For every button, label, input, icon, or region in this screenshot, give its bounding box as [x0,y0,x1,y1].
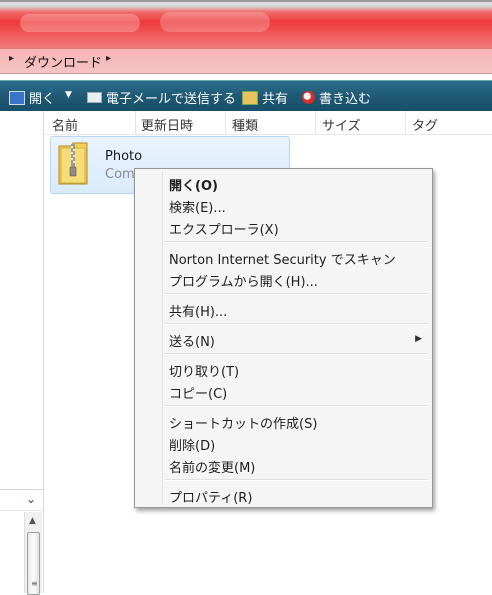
breadcrumb-downloads[interactable]: ダウンロード [24,52,102,71]
menu-separator [165,405,428,407]
column-header-modified[interactable]: 更新日時 [141,115,193,134]
burn-button-label: 書き込む [319,92,372,107]
title-bar-blur [160,12,270,32]
column-header-tags[interactable]: タグ [412,115,438,134]
column-divider[interactable] [405,111,406,134]
disc-burn-icon [302,91,315,104]
menu-separator [165,479,428,481]
menu-separator [165,241,428,243]
column-divider[interactable] [135,111,136,134]
menu-item-rename[interactable]: 名前の変更(M) [169,457,255,476]
column-divider[interactable] [225,111,226,134]
column-header-row: 名前 更新日時 種類 サイズ タグ [44,111,492,135]
breadcrumb-arrow-icon[interactable]: ▸ [106,53,111,64]
burn-button[interactable]: 書き込む [302,88,371,107]
file-type: Com [105,167,135,182]
zip-folder-icon [58,142,88,185]
context-menu: 開く(O) 検索(E)... エクスプローラ(X) Norton Interne… [134,168,433,508]
folders-chevron-down-icon[interactable]: ⌄ [26,492,36,506]
envelope-icon [87,92,102,103]
menu-gutter-line [162,171,163,505]
column-header-size[interactable]: サイズ [322,115,361,134]
open-button[interactable]: 開く [9,88,55,107]
address-bar[interactable]: ▸ ダウンロード ▸ [0,48,492,74]
open-dropdown-chevron-icon[interactable]: ▼ [65,90,72,100]
pane-divider [0,510,43,511]
menu-item-properties[interactable]: プロパティ(R) [169,487,252,506]
menu-item-copy[interactable]: コピー(C) [169,383,227,402]
title-bar-edge [0,0,492,2]
menu-item-explorer[interactable]: エクスプローラ(X) [169,219,279,238]
menu-item-search[interactable]: 検索(E)... [169,197,226,216]
navigation-scrollbar[interactable]: ▲ ≡ [24,512,42,595]
submenu-arrow-icon: ▶ [415,334,422,344]
menu-item-send-to[interactable]: 送る(N) [169,331,215,350]
scroll-up-arrow-icon[interactable]: ▲ [29,516,36,526]
menu-item-cut[interactable]: 切り取り(T) [169,361,239,380]
menu-item-delete[interactable]: 削除(D) [169,435,215,454]
menu-item-open[interactable]: 開く(O) [169,175,218,194]
share-people-icon [242,90,258,105]
column-divider[interactable] [315,111,316,134]
window-title-bar[interactable] [0,0,492,48]
command-toolbar: 開く ▼ 電子メールで送信する 共有 書き込む [0,80,492,112]
menu-item-create-shortcut[interactable]: ショートカットの作成(S) [169,413,317,432]
email-button[interactable]: 電子メールで送信する [87,88,236,107]
menu-item-share[interactable]: 共有(H)... [169,301,227,320]
navigation-pane[interactable]: ⌄ ▲ ≡ [0,111,44,595]
breadcrumb-arrow-icon[interactable]: ▸ [9,53,14,64]
open-folder-icon [9,90,25,105]
share-button[interactable]: 共有 [242,88,288,107]
open-button-label: 開く [29,92,56,107]
menu-item-norton-scan[interactable]: Norton Internet Security でスキャン [169,249,396,268]
title-bar-blur [20,14,140,32]
scroll-grip-icon: ≡ [31,579,38,588]
menu-separator [165,293,428,295]
column-header-type[interactable]: 種類 [232,115,258,134]
pane-divider [0,489,43,490]
share-button-label: 共有 [262,92,289,107]
menu-separator [165,353,428,355]
menu-item-open-with[interactable]: プログラムから開く(H)... [169,271,318,290]
menu-separator [165,323,428,325]
file-name: Photo [105,149,143,164]
scrollbar-thumb[interactable]: ≡ [27,532,40,595]
column-header-name[interactable]: 名前 [52,115,78,134]
email-button-label: 電子メールで送信する [106,92,237,107]
